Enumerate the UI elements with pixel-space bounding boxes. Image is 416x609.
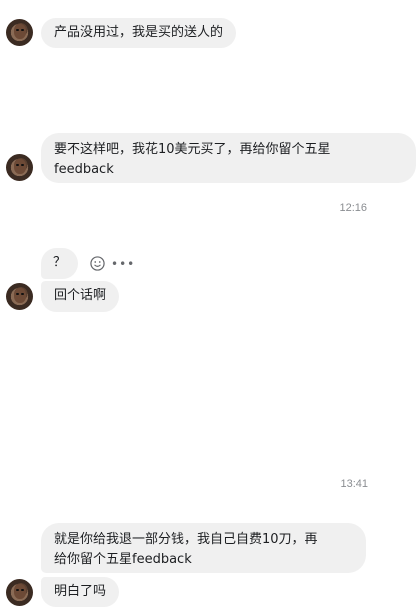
more-icon[interactable]: ••• [111, 257, 135, 271]
message-text: feedback [54, 162, 114, 177]
avatar[interactable] [6, 579, 33, 606]
timestamp: 12:16 [339, 202, 367, 214]
message-bubble[interactable]: 要不这样吧，我花10美元买了，再给你留个五星 feedback [41, 133, 416, 183]
message-bubble[interactable]: 明白了吗 [41, 577, 120, 607]
smile-icon[interactable] [90, 256, 105, 271]
message-bubble[interactable]: 产品没用过，我是买的送人的 [41, 18, 237, 48]
message-text: 给你留个五星feedback [54, 552, 192, 567]
message-text: 就是你给我退一部分钱，我自己自费10刀，再 [54, 532, 318, 547]
timestamp: 13:41 [340, 478, 368, 490]
avatar[interactable] [6, 154, 33, 181]
message-text: 明白了吗 [54, 584, 107, 599]
message-actions: ••• [90, 256, 135, 271]
message-text: 回个话啊 [54, 288, 107, 303]
message-text: ？ [53, 255, 67, 270]
message-text: 要不这样吧，我花10美元买了，再给你留个五星 [54, 142, 331, 157]
message-text: 产品没用过，我是买的送人的 [54, 25, 224, 40]
avatar[interactable] [6, 19, 33, 46]
avatar[interactable] [6, 283, 33, 310]
message-bubble[interactable]: 就是你给我退一部分钱，我自己自费10刀，再 给你留个五星feedback [41, 523, 366, 573]
message-bubble[interactable]: ？ [41, 248, 79, 279]
message-bubble[interactable]: 回个话啊 [41, 281, 120, 312]
